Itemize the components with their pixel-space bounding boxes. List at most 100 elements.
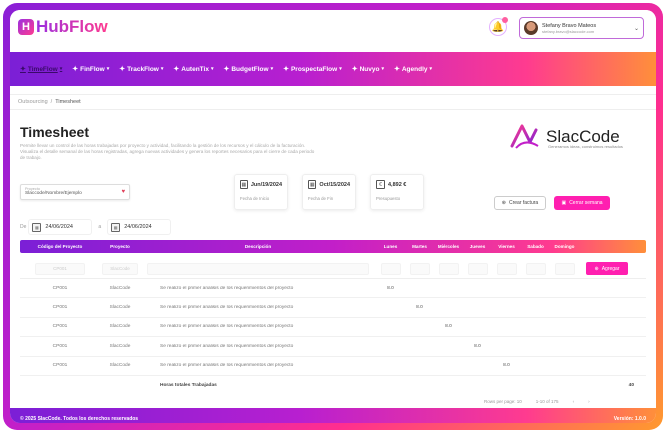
new-thursday-input[interactable]: [467, 262, 488, 275]
end-date-card: ▦ Oct/15/2024 Fecha de Fin: [302, 174, 356, 210]
app-name: HubFlow: [36, 17, 108, 36]
start-date-card: ▦ Jun/19/2024 Fecha de Inicio: [234, 174, 288, 210]
calendar-icon: ▦: [240, 180, 248, 189]
nav-item-budgetflow[interactable]: ✦ BudgetFlow ▾: [223, 65, 273, 74]
footer-copyright: © 2025 SlacCode. Todos los derechos rese…: [20, 416, 139, 422]
nav-item-autentix[interactable]: ✦ AutenTix ▾: [173, 65, 213, 74]
table-row[interactable]: CP001 SlacCode Se realizo el primer analis…: [20, 337, 646, 357]
header-tuesday[interactable]: Martes: [405, 244, 434, 249]
bell-icon: 🔔: [491, 21, 505, 33]
breadcrumb-separator: /: [50, 99, 53, 105]
nav-label: ProspectaFlow: [290, 65, 338, 73]
header-thursday[interactable]: Jueves: [463, 244, 492, 249]
calendar-icon: ▦: [111, 222, 121, 232]
top-header: H HubFlow 🔔 Stefany Bravo Mateos stefany…: [10, 10, 656, 42]
user-email: stefany.bravo@slaccode.com: [542, 28, 595, 34]
create-invoice-label: Crear factura: [509, 200, 539, 206]
breadcrumb: Outsourcing / Timesheet: [10, 94, 656, 110]
user-menu[interactable]: Stefany Bravo Mateos stefany.bravo@slacc…: [519, 17, 644, 39]
chevron-down-icon: ▾: [339, 66, 342, 72]
nav-item-prospectaflow[interactable]: ✦ ProspectaFlow ▾: [283, 65, 342, 74]
header-project-code[interactable]: Código del Proyecto: [20, 244, 100, 249]
budget-card: €4,892 € Presupuesto: [370, 174, 424, 210]
table-row[interactable]: CP001 SlacCode Se realizo el primer analis…: [20, 357, 646, 376]
nav-label: BudgetFlow: [231, 65, 269, 73]
new-code-input[interactable]: CP001: [35, 262, 85, 275]
end-date-label: Fecha de Fin: [308, 196, 334, 201]
money-icon: €: [376, 180, 385, 189]
new-sunday-input[interactable]: [554, 262, 575, 275]
cell-project-code: CP001: [52, 285, 68, 291]
page-title: Timesheet: [20, 124, 89, 140]
close-week-button[interactable]: ▣ Cerrar semana: [554, 196, 610, 210]
page-range: 1-10 of 175: [535, 399, 559, 404]
rows-per-page[interactable]: Rows per page: 10: [484, 399, 522, 404]
table-row[interactable]: CP001 SlacCode Se realizo el primer analis…: [20, 279, 646, 299]
header-sunday[interactable]: Domingo: [550, 244, 579, 249]
nav-item-finflow[interactable]: ✦ FinFlow ▾: [72, 65, 109, 74]
from-label: De: [20, 224, 27, 230]
create-invoice-button[interactable]: ⊛ Crear factura: [494, 196, 546, 210]
new-saturday-input[interactable]: [525, 262, 546, 275]
nav-item-trackflow[interactable]: ✦ TrackFlow ▾: [119, 65, 163, 74]
nav-item-nuvyo[interactable]: ✦ Nuvyo ▾: [352, 65, 384, 74]
page-description: Permite llevar un control de las horas t…: [20, 143, 315, 161]
hubflow-logo-icon: H: [18, 19, 34, 35]
autentix-icon: ✦: [173, 66, 180, 73]
budgetflow-icon: ✦: [223, 66, 230, 73]
app-logo[interactable]: H HubFlow: [18, 17, 108, 37]
cell-project-code: CP001: [52, 305, 68, 311]
breadcrumb-parent[interactable]: Outsourcing: [18, 99, 48, 105]
slaccode-logo-icon: [508, 120, 542, 154]
calendar-check-icon: ▣: [561, 200, 567, 206]
end-date-value: Oct/15/2024: [319, 181, 350, 188]
cell-project-code: CP001: [52, 324, 68, 330]
from-date-value: 24/06/2024: [45, 224, 73, 230]
calendar-icon: ▦: [308, 180, 317, 189]
notifications-button[interactable]: 🔔: [489, 17, 508, 36]
total-label: Horas totales Trabajadas: [160, 383, 217, 389]
add-entry-button[interactable]: ⊕ Agregar: [586, 262, 628, 275]
pagination: Rows per page: 10 1-10 of 175 ‹ ›: [484, 399, 590, 404]
header-saturday[interactable]: Sabado: [521, 244, 550, 249]
to-date-picker[interactable]: ▦ 24/06/2024: [108, 220, 170, 234]
header-project[interactable]: Proyecto: [100, 244, 140, 249]
nav-item-timeflow[interactable]: ✦ TimeFlow ▾: [20, 65, 62, 74]
header-monday[interactable]: Lunes: [376, 244, 405, 249]
header-wednesday[interactable]: Miércoles: [434, 244, 463, 249]
new-friday-input[interactable]: [496, 262, 517, 275]
from-date-picker[interactable]: ▦ 24/06/2024: [29, 220, 91, 234]
new-project-input[interactable]: SlacCode: [102, 262, 138, 275]
header-description[interactable]: Descripción: [140, 244, 376, 249]
heart-icon: ♥: [121, 189, 125, 195]
add-entry-label: Agregar: [601, 265, 620, 272]
calendar-icon: ▦: [32, 222, 42, 232]
prev-page-icon[interactable]: ‹: [573, 399, 575, 404]
avatar: [524, 21, 538, 35]
cell-wednesday: 8.0: [445, 324, 452, 330]
project-select[interactable]: Proyecto Slaccode/Nombre/Ejemplo ♥: [20, 184, 130, 200]
footer-version: Versión: 1.0.0: [613, 416, 646, 422]
cell-project: SlacCode: [109, 363, 131, 369]
chevron-down-icon: ⌄: [633, 25, 639, 32]
budget-value: 4,892 €: [388, 181, 407, 188]
new-tuesday-input[interactable]: [409, 262, 430, 275]
new-wednesday-input[interactable]: [438, 262, 459, 275]
table-row[interactable]: CP001 SlacCode Se realizo el primer analis…: [20, 318, 646, 338]
table-row[interactable]: CP001 SlacCode Se realizo el primer analis…: [20, 298, 646, 318]
cell-description: Se realizo el primer analisis de los req…: [160, 285, 294, 291]
cell-description: Se realizo el primer analisis de los req…: [160, 363, 294, 369]
nav-item-agendly[interactable]: ✦ Agendly ▾: [394, 65, 433, 74]
cell-project-code: CP001: [52, 363, 68, 369]
total-hours: 40: [628, 383, 634, 389]
cell-project: SlacCode: [109, 324, 131, 330]
next-page-icon[interactable]: ›: [588, 399, 590, 404]
chevron-down-icon: ▾: [429, 66, 433, 72]
cell-description: Se realizo el primer analisis de los req…: [160, 305, 294, 311]
new-description-input[interactable]: [147, 262, 369, 275]
project-select-value: Slaccode/Nombre/Ejemplo: [25, 191, 82, 196]
new-monday-input[interactable]: [380, 262, 401, 275]
timesheet-rows: CP001 SlacCode Se realizo el primer analis…: [20, 279, 646, 396]
cell-tuesday: 8.0: [416, 305, 423, 311]
header-friday[interactable]: Viernes: [492, 244, 521, 249]
